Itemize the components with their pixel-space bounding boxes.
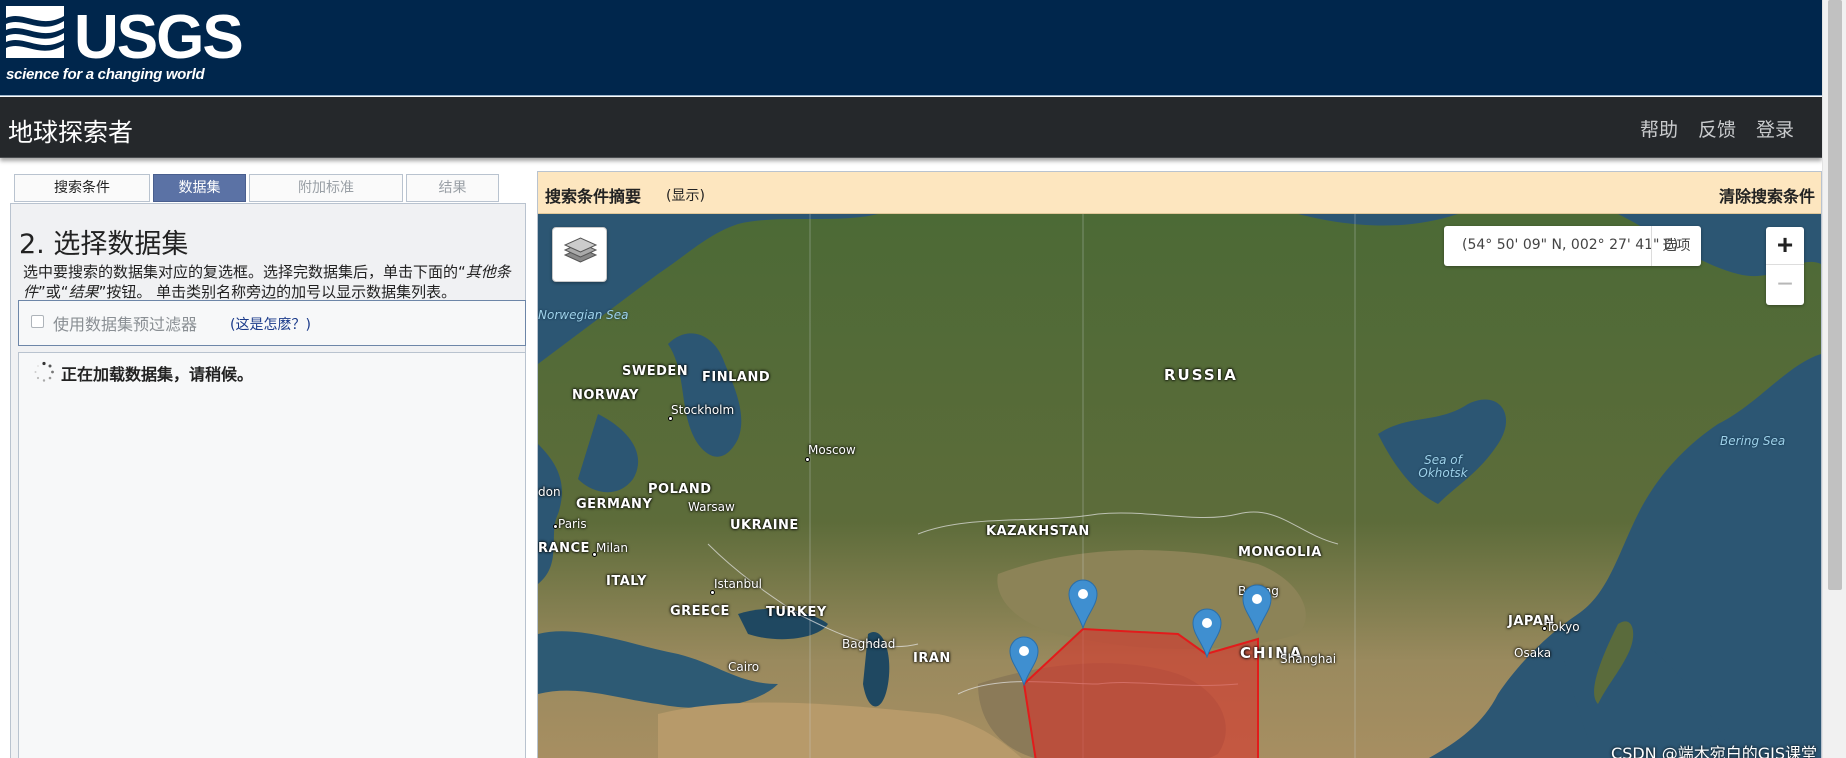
layers-button[interactable] <box>552 227 607 282</box>
prefilter-checkbox[interactable] <box>31 315 44 328</box>
usgs-header: USGS science for a changing world <box>0 0 1822 96</box>
map-label-country: GERMANY <box>576 497 653 512</box>
watermark: CSDN @端木宛白的GIS课堂 <box>1611 744 1817 758</box>
map-label-city: Shanghai <box>1280 652 1337 666</box>
map-label-city: Warsaw <box>688 500 735 514</box>
clear-criteria-link[interactable]: 清除搜索条件 <box>1719 183 1815 207</box>
coordinate-readout: (54° 50' 09" N, 002° 27' 41" E) 选项 <box>1444 226 1701 266</box>
tab-additional-criteria[interactable]: 附加标准 <box>249 174 403 202</box>
step-title: 2. 选择数据集 <box>19 229 189 260</box>
coordinate-options-button[interactable]: 选项 <box>1651 226 1701 266</box>
map-label-country: IRAN <box>913 651 951 666</box>
prefilter-box: 使用数据集预过滤器 (这是怎麽？) <box>18 300 526 346</box>
city-dot <box>805 457 810 462</box>
coordinate-text: (54° 50' 09" N, 002° 27' 41" E) <box>1462 237 1679 253</box>
app-window: USGS science for a changing world 地球探索者 … <box>0 0 1846 758</box>
map-label-country: ITALY <box>606 574 647 589</box>
map-label-sea: Bering Sea <box>1720 434 1786 448</box>
usgs-logo[interactable]: USGS science for a changing world <box>6 6 244 86</box>
map-label-country: RANCE <box>538 541 590 556</box>
map-panel: 搜索条件摘要 (显示) 清除搜索条件 SWEDEN FINLAND NORWAY… <box>537 171 1822 758</box>
search-summary-bar: 搜索条件摘要 (显示) 清除搜索条件 <box>538 172 1821 214</box>
usgs-tagline: science for a changing world <box>6 66 205 83</box>
layers-icon <box>563 237 598 263</box>
map-label-sea: Norwegian Sea <box>538 308 629 322</box>
map-marker-icon[interactable] <box>1192 608 1222 658</box>
tab-search-criteria[interactable]: 搜索条件 <box>14 174 150 202</box>
zoom-in-button[interactable]: + <box>1766 227 1804 265</box>
map-label-city: Cairo <box>728 660 760 674</box>
satellite-basemap <box>538 214 1821 758</box>
usgs-wordmark: USGS <box>74 3 244 72</box>
map-label-sea: Sea of Okhotsk <box>1418 453 1468 480</box>
map-marker-icon[interactable] <box>1242 584 1272 634</box>
left-panel: 搜索条件 数据集 附加标准 结果 2. 选择数据集 选中要搜索的数据集对应的复选… <box>10 172 526 758</box>
zoom-control: + − <box>1766 227 1804 305</box>
map-label-city: Osaka <box>1514 646 1552 660</box>
map-marker-icon[interactable] <box>1068 579 1098 629</box>
map-label-country: UKRAINE <box>730 518 799 533</box>
loading-message: 正在加载数据集，请稍候。 <box>61 365 254 384</box>
step-description: 选中要搜索的数据集对应的复选框。选择完数据集后，单击下面的“其他条件”或“结果”… <box>23 263 511 301</box>
map-label-country: MONGOLIA <box>1238 545 1322 560</box>
map-marker-icon[interactable] <box>1009 636 1039 686</box>
map-label-city: Baghdad <box>842 637 896 651</box>
nav-help-link[interactable]: 帮助 <box>1640 115 1678 142</box>
map-label-country: POLAND <box>648 482 712 497</box>
usgs-wave-icon <box>6 6 64 58</box>
prefilter-label: 使用数据集预过滤器 <box>53 315 198 334</box>
map-label-city: Paris <box>558 517 587 531</box>
tab-results[interactable]: 结果 <box>406 174 499 202</box>
page-scrollbar[interactable] <box>1822 0 1846 758</box>
map-label-country: GREECE <box>670 604 730 619</box>
map-label-city: Stockholm <box>671 403 735 417</box>
map-label-city: Moscow <box>808 443 856 457</box>
map-label-country: RUSSIA <box>1164 366 1238 384</box>
map-label-country: SWEDEN <box>622 364 689 379</box>
dataset-list: 正在加载数据集，请稍候。 <box>18 352 526 758</box>
map-label-city: Istanbul <box>714 577 763 591</box>
summary-title: 搜索条件摘要 <box>545 187 642 206</box>
map-label-country: FINLAND <box>702 370 771 385</box>
top-nav: 帮助 反馈 登录 <box>1640 115 1794 142</box>
map-label-city: don <box>538 485 561 499</box>
map-label-city: Tokyo <box>1546 620 1580 634</box>
loading-spinner-icon <box>34 361 54 382</box>
tab-datasets[interactable]: 数据集 <box>153 174 246 202</box>
summary-show-link[interactable]: (显示) <box>666 185 705 205</box>
map-label-country: TURKEY <box>766 605 827 620</box>
datasets-panel: 2. 选择数据集 选中要搜索的数据集对应的复选框。选择完数据集后，单击下面的“其… <box>10 203 526 758</box>
scrollbar-thumb[interactable] <box>1828 0 1842 590</box>
zoom-out-button[interactable]: − <box>1766 266 1804 305</box>
nav-login-link[interactable]: 登录 <box>1756 115 1794 142</box>
prefilter-help-link[interactable]: (这是怎麽？) <box>230 314 311 334</box>
tab-bar: 搜索条件 数据集 附加标准 结果 <box>14 174 499 202</box>
map-label-country: NORWAY <box>572 388 639 403</box>
map-view[interactable]: SWEDEN FINLAND NORWAY RUSSIA POLAND GERM… <box>538 214 1821 758</box>
app-bar: 地球探索者 帮助 反馈 登录 <box>0 97 1822 158</box>
app-title[interactable]: 地球探索者 <box>8 113 133 149</box>
map-label-city: Milan <box>596 541 628 555</box>
map-label-country: KAZAKHSTAN <box>986 524 1090 539</box>
nav-feedback-link[interactable]: 反馈 <box>1698 115 1736 142</box>
